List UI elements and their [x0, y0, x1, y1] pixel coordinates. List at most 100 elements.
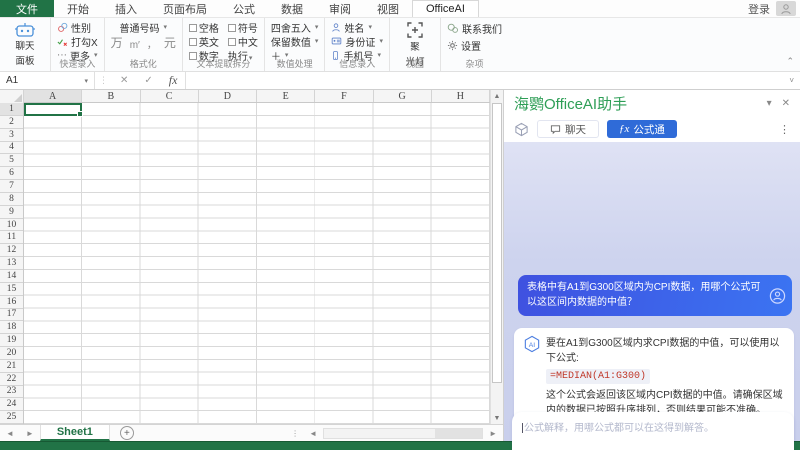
row-header-18[interactable]: 18 [0, 321, 23, 334]
menu-tab-数据[interactable]: 数据 [268, 0, 316, 17]
row-header-10[interactable]: 10 [0, 219, 23, 232]
row-header-6[interactable]: 6 [0, 167, 23, 180]
select-all-corner[interactable] [0, 90, 24, 103]
column-header-D[interactable]: D [199, 90, 257, 102]
yuan-format-button[interactable]: 元 [164, 34, 176, 51]
row-header-12[interactable]: 12 [0, 244, 23, 257]
row-header-16[interactable]: 16 [0, 296, 23, 309]
row-headers: 1234567891011121314151617181920212223242… [0, 103, 24, 424]
gender-button[interactable]: 性别 [57, 21, 98, 34]
column-header-B[interactable]: B [82, 90, 140, 102]
tab-formula-active[interactable]: ƒx 公式通 [607, 120, 677, 138]
english-checkbox[interactable]: 英文 [189, 34, 219, 49]
row-header-2[interactable]: 2 [0, 116, 23, 129]
horizontal-scroll-track[interactable] [323, 428, 483, 439]
row-header-13[interactable]: 13 [0, 257, 23, 270]
menu-tab-页面布局[interactable]: 页面布局 [150, 0, 220, 17]
confirm-entry-icon[interactable]: ✓ [136, 75, 160, 86]
row-header-11[interactable]: 11 [0, 231, 23, 244]
row-header-8[interactable]: 8 [0, 193, 23, 206]
menu-tab-公式[interactable]: 公式 [220, 0, 268, 17]
panel-close-icon[interactable]: ✕ [782, 98, 790, 109]
panel-minimize-icon[interactable]: ▾ [767, 98, 772, 109]
panel-header: 海鹦OfficeAI助手 ▾ ✕ [504, 90, 800, 116]
panel-menu-icon[interactable]: ⋮ [779, 123, 790, 136]
row-header-22[interactable]: 22 [0, 373, 23, 386]
column-header-H[interactable]: H [432, 90, 490, 102]
row-header-25[interactable]: 25 [0, 411, 23, 424]
add-sheet-button[interactable]: + [120, 426, 134, 440]
next-sheet-icon[interactable]: ► [20, 429, 40, 438]
row-header-3[interactable]: 3 [0, 129, 23, 142]
row-header-7[interactable]: 7 [0, 180, 23, 193]
vertical-scrollbar[interactable]: ▲ ▼ [490, 90, 503, 424]
formula-bar: A1 ▾ ⋮ ✕ ✓ fx ˅ [0, 72, 800, 90]
menu-tab-插入[interactable]: 插入 [102, 0, 150, 17]
row-header-24[interactable]: 24 [0, 398, 23, 411]
column-header-C[interactable]: C [141, 90, 199, 102]
user-avatar-icon[interactable] [776, 1, 796, 16]
checkbox-icon [189, 38, 197, 46]
round-dropdown[interactable]: 四舍五入▾ [271, 21, 319, 34]
row-header-4[interactable]: 4 [0, 142, 23, 155]
row-header-1[interactable]: 1 [0, 103, 23, 116]
menu-tab-视图[interactable]: 视图 [364, 0, 412, 17]
cancel-entry-icon[interactable]: ✕ [112, 75, 136, 86]
scroll-left-icon[interactable]: ◄ [303, 429, 323, 438]
chinese-checkbox[interactable]: 中文 [228, 34, 258, 49]
chat-panel-button[interactable]: 聊天 面板 [6, 20, 44, 67]
row-header-14[interactable]: 14 [0, 270, 23, 283]
group-label-view: 视图 [390, 57, 440, 70]
space-checkbox[interactable]: 空格 [189, 20, 219, 35]
contact-us-button[interactable]: 联系我们 [447, 21, 502, 37]
expand-formula-bar-icon[interactable]: ˅ [783, 76, 800, 85]
column-header-F[interactable]: F [315, 90, 373, 102]
column-header-G[interactable]: G [374, 90, 432, 102]
number-format-dropdown[interactable]: 普通号码▾ [120, 21, 168, 34]
tab-chat[interactable]: 聊天 [537, 120, 599, 138]
row-header-20[interactable]: 20 [0, 347, 23, 360]
row-header-19[interactable]: 19 [0, 334, 23, 347]
menu-tab-审阅[interactable]: 审阅 [316, 0, 364, 17]
unit-format-button[interactable]: m′ [130, 40, 140, 51]
formula-input[interactable] [185, 72, 783, 89]
cell-area[interactable] [24, 103, 490, 424]
scroll-down-icon[interactable]: ▼ [491, 412, 503, 424]
row-header-17[interactable]: 17 [0, 309, 23, 322]
row-header-15[interactable]: 15 [0, 283, 23, 296]
id-card-dropdown[interactable]: 身份证▾ [331, 35, 383, 48]
column-header-A[interactable]: A [24, 90, 82, 102]
selected-cell-a1[interactable] [24, 103, 82, 116]
wan-format-button[interactable]: 万 [111, 34, 123, 51]
scroll-up-icon[interactable]: ▲ [491, 90, 503, 102]
keep-value-dropdown[interactable]: 保留数值▾ [271, 35, 319, 48]
cube-icon[interactable] [514, 122, 529, 137]
row-header-9[interactable]: 9 [0, 206, 23, 219]
settings-button[interactable]: 设置 [447, 38, 502, 54]
symbol-checkbox[interactable]: 符号 [228, 20, 258, 35]
column-header-E[interactable]: E [257, 90, 315, 102]
scroll-right-icon[interactable]: ► [483, 429, 503, 438]
row-header-23[interactable]: 23 [0, 386, 23, 399]
ai-formula-code[interactable]: =MEDIAN(A1:G300) [546, 369, 650, 384]
insert-function-icon[interactable]: fx [161, 73, 186, 88]
menu-tab-开始[interactable]: 开始 [54, 0, 102, 17]
group-label-formatting: 格式化 [105, 57, 182, 70]
check-x-button[interactable]: 打勾X [57, 35, 98, 48]
collapse-ribbon-icon[interactable]: ⌃ [786, 56, 794, 67]
row-header-5[interactable]: 5 [0, 154, 23, 167]
vertical-scroll-thumb[interactable] [492, 103, 502, 383]
login-button[interactable]: 登录 [748, 1, 770, 17]
menu-tab-OfficeAI[interactable]: OfficeAI [412, 0, 479, 17]
row-header-21[interactable]: 21 [0, 360, 23, 373]
prev-sheet-icon[interactable]: ◄ [0, 429, 20, 438]
message-input-box[interactable]: 公式解释，用哪公式都可以在这得到解答。 0 [512, 412, 794, 450]
menu-tab-文件[interactable]: 文件 [0, 0, 54, 17]
name-dropdown[interactable]: 姓名▾ [331, 21, 383, 34]
fx-icon: ƒx [619, 123, 629, 135]
scrollbar-splitter[interactable]: ⋮ [287, 429, 303, 438]
comma-format-button[interactable]: ， [147, 36, 157, 51]
name-box[interactable]: A1 ▾ [0, 72, 95, 89]
sheet-tab-sheet1[interactable]: Sheet1 [40, 425, 110, 441]
horizontal-scroll-thumb[interactable] [435, 429, 482, 438]
